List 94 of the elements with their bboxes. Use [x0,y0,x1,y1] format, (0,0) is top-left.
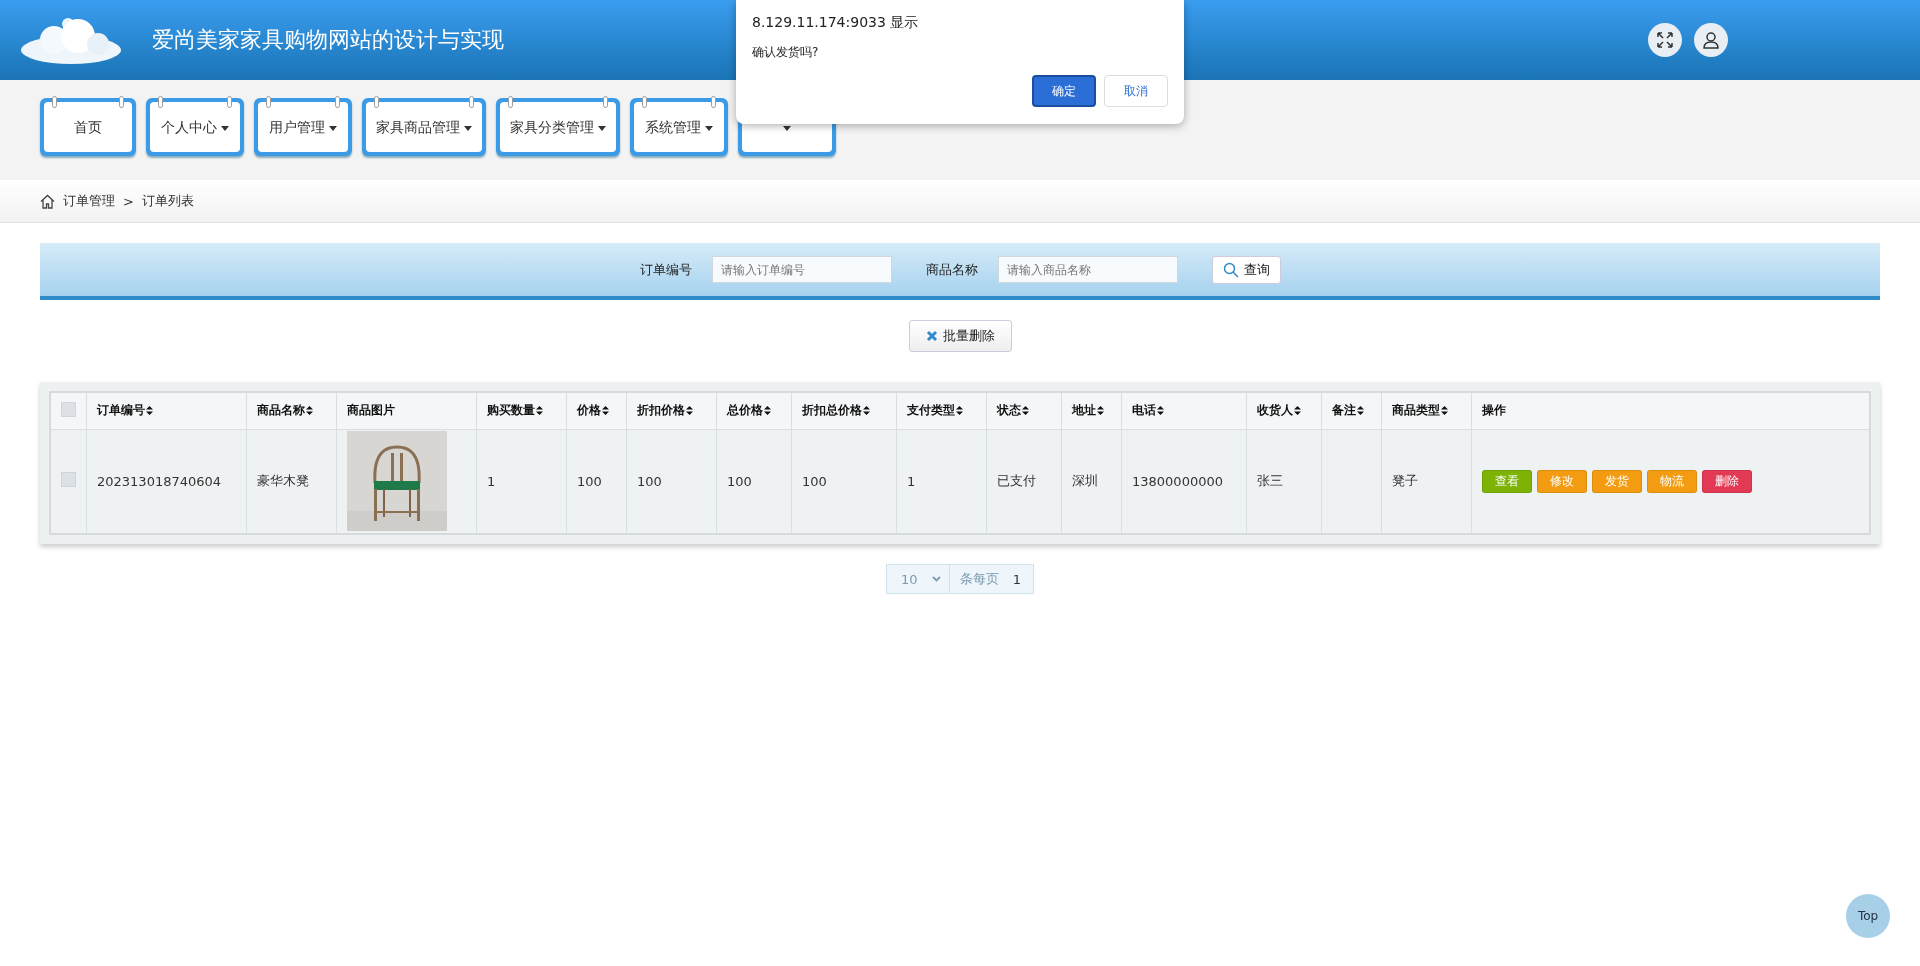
table-cell: 豪华木凳 [257,473,309,489]
caret-icon [221,125,229,131]
user-icon[interactable] [1694,23,1728,57]
action-button[interactable]: 删除 [1702,469,1752,493]
column-label: 价格 [577,403,601,418]
table-cell: 凳子 [1392,473,1418,489]
column-header[interactable]: 状态 [986,392,1062,429]
batch-delete-button[interactable]: 批量删除 [908,320,1012,352]
column-label: 总价格 [727,403,763,418]
column-label: 收货人 [1257,403,1293,418]
column-header[interactable]: 电话 [1121,392,1247,429]
column-label: 折扣总价格 [802,403,862,418]
home-icon[interactable] [40,193,55,209]
search-field[interactable]: 请输入商品名称 [997,256,1178,283]
column-label: 商品图片 [347,403,395,418]
sort-icon[interactable] [1097,406,1104,416]
table-cell: 深圳 [1072,473,1098,489]
column-label: 订单编号 [97,403,145,418]
column-label: 支付类型 [907,403,955,418]
table-cell: 13800000000 [1132,473,1223,489]
nav-menu-button[interactable]: 系统管理 [630,98,728,156]
table-cell: 100 [802,473,827,489]
column-header[interactable]: 地址 [1061,392,1122,429]
site-title: 爱尚美家家具购物网站的设计与实现 [152,26,504,54]
search-button[interactable]: 查询 [1211,255,1281,284]
sort-icon[interactable] [1294,406,1301,416]
table-cell: 100 [637,473,662,489]
per-page-label: 条每页 [958,570,1000,588]
sort-icon[interactable] [686,406,693,416]
caret-icon [598,125,606,131]
dialog-message: 确认发货吗? [752,44,820,61]
column-header[interactable]: 备注 [1321,392,1382,429]
column-label: 状态 [997,403,1021,418]
caret-icon [705,125,713,131]
table-cell: 张三 [1257,473,1283,489]
column-header[interactable]: 支付类型 [896,392,987,429]
column-label: 操作 [1482,403,1506,418]
column-label: 商品类型 [1392,403,1440,418]
field-label: 商品名称 [925,260,978,279]
back-to-top-button[interactable]: Top [1846,894,1890,938]
breadcrumb-item[interactable]: 订单管理 [63,192,115,210]
column-label: 购买数量 [487,403,535,418]
search-icon [1222,261,1239,278]
table-cell: 已支付 [997,473,1036,489]
column-header[interactable]: 购买数量 [476,392,567,429]
sort-icon[interactable] [306,406,313,416]
dialog-button[interactable]: 取消 [1104,75,1168,107]
sort-icon[interactable] [536,406,543,416]
sort-icon[interactable] [1022,406,1029,416]
column-label: 商品名称 [257,403,305,418]
sort-icon[interactable] [956,406,963,416]
column-header[interactable]: 折扣价格 [626,392,717,429]
column-header[interactable]: 折扣总价格 [791,392,897,429]
page-number[interactable]: 1 [1008,571,1033,587]
column-label: 备注 [1332,403,1356,418]
column-header[interactable]: 收货人 [1246,392,1322,429]
column-header[interactable]: 商品名称 [246,392,337,429]
nav-menu-button[interactable]: 用户管理 [254,98,352,156]
table-cell: 100 [577,473,602,489]
sort-icon[interactable] [602,406,609,416]
table-cell: 202313018740604 [97,473,222,489]
close-icon [925,330,938,342]
nav-menu-button[interactable]: 首页 [40,98,136,156]
nav-menu-button[interactable]: 家具分类管理 [496,98,620,156]
caret-icon [329,125,337,131]
table-cell: 100 [727,473,752,489]
sort-icon[interactable] [1157,406,1164,416]
table-cell: 1 [487,473,496,489]
sort-icon[interactable] [863,406,870,416]
search-field[interactable]: 请输入订单编号 [711,256,892,283]
breadcrumb-separator: > [123,193,134,209]
dialog-title: 8.129.11.174:9033 显示 [752,14,920,32]
caret-icon [464,125,472,131]
column-header[interactable]: 价格 [566,392,627,429]
table-cell: 1 [907,473,916,489]
checkbox[interactable] [61,401,76,417]
column-header[interactable]: 总价格 [716,392,792,429]
sort-icon[interactable] [1357,406,1364,416]
column-label: 电话 [1132,403,1156,418]
chevron-icon [931,576,941,582]
column-header[interactable]: 订单编号 [86,392,247,429]
column-label: 地址 [1072,403,1096,418]
column-header[interactable]: 商品类型 [1381,392,1472,429]
sort-icon[interactable] [764,406,771,416]
nav-menu-button[interactable]: 家具商品管理 [362,98,486,156]
breadcrumb-item: 订单列表 [141,192,194,210]
sort-icon[interactable] [1441,406,1448,416]
checkbox[interactable] [61,472,76,488]
field-label: 订单编号 [639,260,692,279]
column-label: 折扣价格 [637,403,685,418]
nav-menu-button[interactable]: 个人中心 [146,98,244,156]
dialog-button[interactable]: 确定 [1032,75,1096,107]
sort-icon[interactable] [146,406,153,416]
fullscreen-icon[interactable] [1648,23,1682,57]
